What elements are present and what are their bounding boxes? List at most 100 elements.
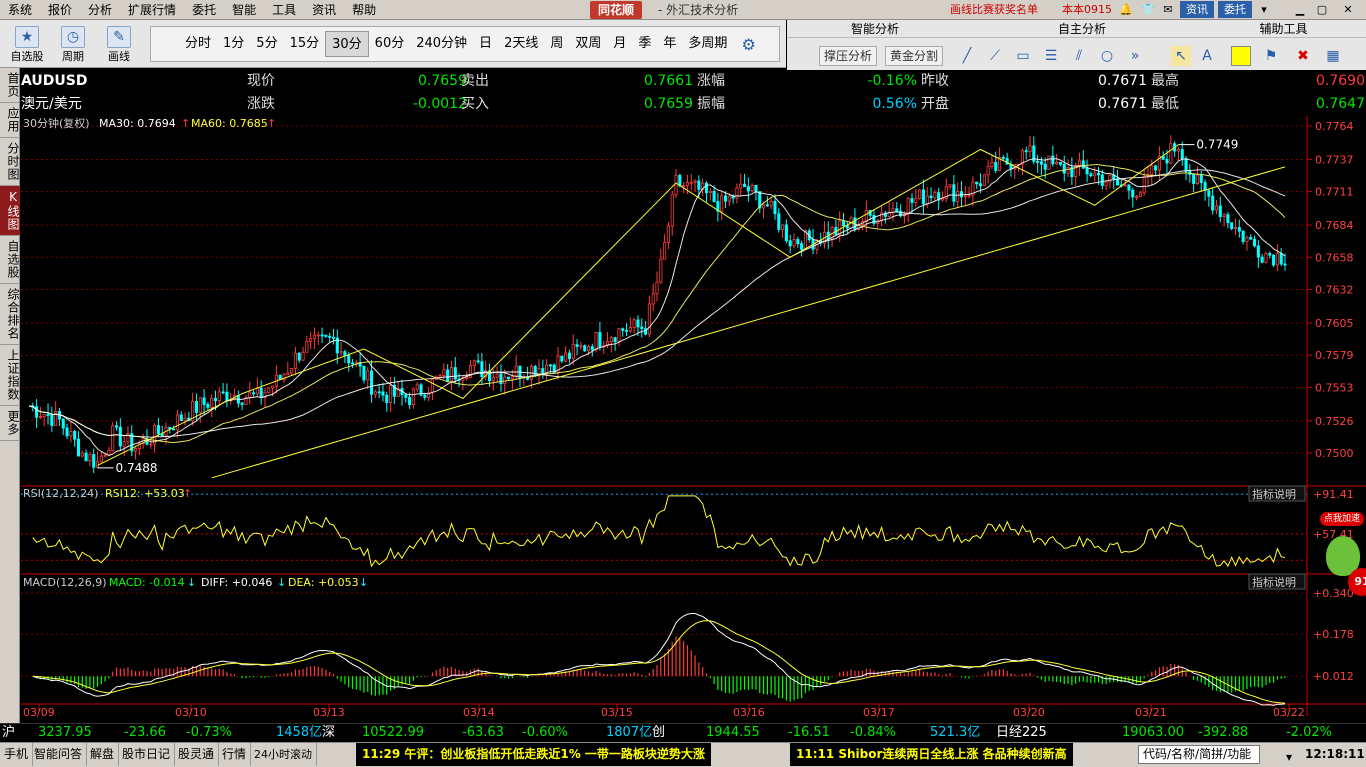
news-ticker-2[interactable]: 11:11 Shibor连续两日全线上涨 各品种续创新高 [790,743,1073,766]
smart-qa-button[interactable]: 智能问答 [30,743,88,766]
candle-body [632,319,636,328]
kline-chart-svg[interactable]: 0.7764 0.7737 0.7711 0.7684 0.7658 0.7632 0.76… [21,116,1366,723]
candle-body [1222,214,1226,218]
promo-badge[interactable]: 点我加速 91 [1320,512,1366,604]
more-tools-icon[interactable]: » [1125,46,1145,66]
period-8[interactable]: 2天线 [498,31,544,57]
period-7[interactable]: 日 [473,31,498,57]
candle-body [864,210,868,222]
period-button[interactable]: ◷ 周期 [50,24,96,66]
left-tab-1[interactable]: 应用 [0,103,20,138]
gear-icon[interactable]: ⚙ [741,35,755,54]
candle-body [1211,195,1215,211]
interpret-button[interactable]: 解盘 [86,743,120,766]
candle-body [65,427,69,437]
sz-index: 10522.99 [362,725,425,740]
mobile-button[interactable]: 手机 [0,743,34,766]
maximize-icon[interactable]: ▢ [1314,2,1330,17]
search-input[interactable]: 代码/名称/简拼/功能 [1138,745,1260,764]
left-tab-2[interactable]: 分时图 [0,138,20,186]
quote-button[interactable]: 行情 [218,743,252,766]
period-4[interactable]: 30分 [325,31,369,57]
window-subtitle: - 外汇技术分析 [658,3,739,17]
ray-tool-icon[interactable]: ⟋ [985,46,1005,66]
trend-line-1[interactable] [211,166,1286,479]
delete-tool-icon[interactable]: ✖ [1293,46,1313,66]
period-9[interactable]: 周 [544,31,569,57]
stock-link-button[interactable]: 股灵通 [174,743,220,766]
period-0[interactable]: 分时 [179,31,217,57]
candle-body [746,186,750,192]
color-picker-icon[interactable] [1231,46,1251,66]
main-ytick-label-5: 0.7632 [1315,284,1354,297]
parallel-tool-icon[interactable]: ⫽ [1069,46,1089,66]
candle-body [118,426,122,447]
period-1[interactable]: 1分 [217,31,250,57]
dropdown-icon[interactable]: ▾ [1256,2,1272,17]
search-dropdown-icon[interactable]: ▾ [1286,746,1292,767]
close-icon[interactable]: ✕ [1340,2,1356,17]
rolling-button[interactable]: 24小时滚动 [250,743,317,766]
bottom-bar: 手机 智能问答 解盘 股市日记 股灵通 行情 24小时滚动 11:29 午评：创… [0,742,1366,767]
email-icon[interactable]: ✉ [1160,2,1176,17]
period-2[interactable]: 5分 [250,31,283,57]
menu-item-quote[interactable]: 报价 [40,0,80,20]
candle-body [80,452,84,457]
trade-button[interactable]: 委托 [1218,1,1252,18]
chart-area[interactable]: 0.7764 0.7737 0.7711 0.7684 0.7658 0.7632 0.76… [21,116,1366,723]
left-tab-7[interactable]: 更多 [0,406,20,441]
x-label-0: 03/09 [23,706,55,719]
left-tab-6[interactable]: 上证指数 [0,345,20,406]
candle-body [343,351,347,356]
minimize-icon[interactable]: ▁ [1292,2,1308,17]
period-6[interactable]: 240分钟 [410,31,473,57]
fib-tool-icon[interactable]: ☰ [1041,46,1061,66]
period-11[interactable]: 月 [607,31,632,57]
menu-item-system[interactable]: 系统 [0,0,40,20]
menu-item-news[interactable]: 资讯 [304,0,344,20]
grid-tool-icon[interactable]: ▦ [1323,46,1343,66]
period-10[interactable]: 双周 [569,31,607,57]
menu-item-tools[interactable]: 工具 [264,0,304,20]
candle-body [255,387,259,395]
menu-item-help[interactable]: 帮助 [344,0,384,20]
menu-item-analysis[interactable]: 分析 [80,0,120,20]
main-ytick-label-6: 0.7605 [1315,317,1354,330]
mark-tool-icon[interactable]: ⚑ [1261,46,1281,66]
menu-item-trade[interactable]: 委托 [184,0,224,20]
self-select-button[interactable]: ★ 自选股 [4,24,50,66]
stock-diary-button[interactable]: 股市日记 [118,743,176,766]
golden-section-button[interactable]: 黄金分割 [885,46,944,66]
quote-label-0-1: 卖出 [461,73,489,89]
period-12[interactable]: 季 [632,31,657,57]
left-tab-0[interactable]: 首页 [0,68,20,103]
promo-link[interactable]: 画线比赛获奖名单 [950,0,1038,20]
left-tab-3[interactable]: K线图 [0,186,20,236]
trend-line-0[interactable] [97,144,1179,466]
menu-item-extended[interactable]: 扩展行情 [120,0,184,20]
period-5[interactable]: 60分 [369,31,411,57]
left-tab-4[interactable]: 自选股 [0,236,20,284]
draw-button[interactable]: ✎ 画线 [96,24,142,66]
menu-item-smart[interactable]: 智能 [224,0,264,20]
news-button[interactable]: 资讯 [1180,1,1214,18]
diff-down-arrow: ↓ [277,576,286,589]
text-tool-icon[interactable]: A [1197,46,1217,66]
news-ticker-1[interactable]: 11:29 午评：创业板指低开低走跌近1% 一带一路板块逆势大涨 [356,743,711,766]
circle-tool-icon[interactable]: ○ [1097,46,1117,66]
candle-body [571,344,575,360]
bell-icon[interactable]: 🔔 [1118,2,1134,17]
x-label-6: 03/17 [863,706,895,719]
period-3[interactable]: 15分 [284,31,326,57]
rect-tool-icon[interactable]: ▭ [1013,46,1033,66]
shirt-icon[interactable]: 👕 [1140,2,1156,17]
cursor-tool-icon[interactable]: ↖ [1171,46,1191,66]
support-resistance-button[interactable]: 撑压分析 [819,46,878,66]
line-tool-icon[interactable]: ╱ [957,46,977,66]
user-name[interactable]: 本本0915 [1062,0,1112,20]
left-tab-5[interactable]: 综合排名 [0,284,20,345]
candle-body [1100,174,1104,186]
period-14[interactable]: 多周期 [682,31,733,57]
candle-body [1230,222,1234,229]
period-13[interactable]: 年 [657,31,682,57]
